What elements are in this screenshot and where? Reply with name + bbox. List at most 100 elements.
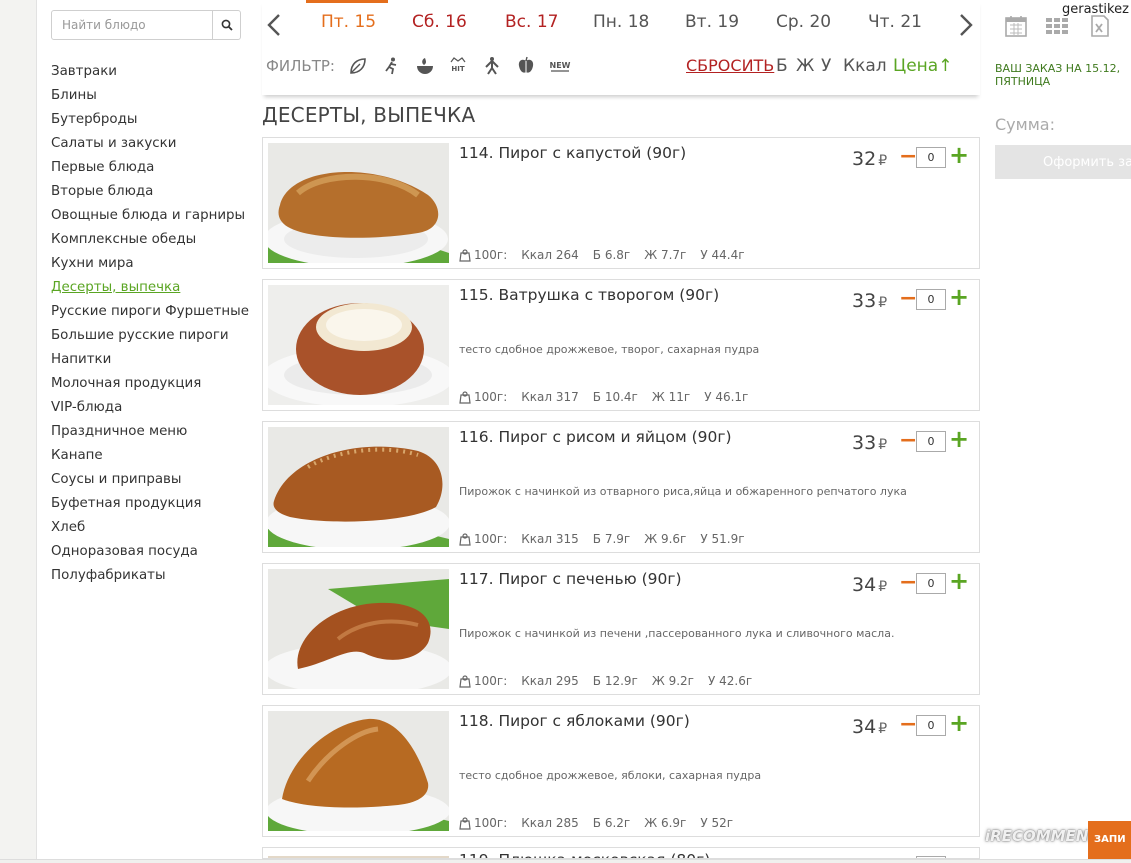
product-photo[interactable] [268,143,449,263]
search-box [51,10,241,40]
product-photo[interactable] [268,285,449,405]
category-item[interactable]: Соусы и приправы [51,468,249,492]
category-item[interactable]: Первые блюда [51,156,249,180]
product-name[interactable]: 115. Ватрушка с творогом (90г) [459,286,719,304]
category-item[interactable]: Полуфабрикаты [51,564,249,588]
category-item[interactable]: Канапе [51,444,249,468]
category-item[interactable]: Русские пироги Фуршетные [51,300,249,324]
quantity-input[interactable] [916,715,946,736]
product-description: тесто сдобное дрожжевое, творог, сахарна… [459,343,760,356]
category-item[interactable]: Буфетная продукция [51,492,249,516]
date-tab[interactable]: Вт. 19 [685,12,739,32]
ruble-sign: ₽ [878,153,888,169]
product-description: Пирожок с начинкой из печени ,пассерован… [459,627,895,640]
scale-icon [459,674,471,688]
category-item-active[interactable]: Десерты, выпечка [51,276,249,300]
increase-qty-button[interactable]: + [949,140,969,170]
category-item[interactable]: Хлеб [51,516,249,540]
product-name[interactable]: 119. Плюшка московская (80г) [459,851,710,858]
runner-icon[interactable] [380,55,402,77]
product-name[interactable]: 116. Пирог с рисом и яйцом (90г) [459,428,732,446]
product-price: 33 ₽ [852,290,887,312]
product-photo[interactable] [268,711,449,831]
increase-qty-button[interactable]: + [949,708,969,738]
product-price: 34 ₽ [852,574,887,596]
category-item[interactable]: Овощные блюда и гарниры [51,204,249,228]
category-item[interactable]: Блины [51,84,249,108]
category-item[interactable]: Одноразовая посуда [51,540,249,564]
quantity-input[interactable] [916,289,946,310]
sort-fat[interactable]: Ж [796,56,814,76]
date-tab[interactable]: Сб. 16 [412,12,467,32]
hit-icon[interactable]: HIT [447,55,469,77]
decrease-qty-button[interactable]: − [899,284,917,314]
scale-icon [459,390,471,404]
figure-icon[interactable] [481,55,503,77]
prev-week-button[interactable] [262,10,286,40]
leaf-icon[interactable] [347,55,369,77]
category-item[interactable]: Комплексные обеды [51,228,249,252]
nutrition-weight: 100г: [474,674,508,688]
username-label[interactable]: gerastikez [1062,2,1129,17]
decrease-qty-button[interactable]: − [899,142,917,172]
filter-label: ФИЛЬТР: [266,57,335,75]
nutrition-info: 100г: Ккал 317 Б 10.4г Ж 11г У 46.1г [459,390,748,404]
sort-kcal[interactable]: Ккал [843,56,887,76]
decrease-qty-button[interactable]: − [899,426,917,456]
category-item[interactable]: Большие русские пироги [51,324,249,348]
nutrition-info: 100г: Ккал 295 Б 12.9г Ж 9.2г У 42.6г [459,674,752,688]
nutrition-weight: 100г: [474,816,508,830]
reset-filters-link[interactable]: СБРОСИТЬ [686,56,774,75]
nutrition-kcal: Ккал 264 [521,248,579,262]
product-card-partial: 119. Плюшка московская (80г) [262,847,980,859]
category-item[interactable]: Напитки [51,348,249,372]
date-tab[interactable]: Чт. 21 [868,12,922,32]
category-item[interactable]: Салаты и закуски [51,132,249,156]
quantity-input[interactable] [916,573,946,594]
category-item[interactable]: Молочная продукция [51,372,249,396]
sort-carbs[interactable]: У [821,56,831,76]
next-week-button[interactable] [954,10,978,40]
category-item[interactable]: Завтраки [51,60,249,84]
product-photo[interactable] [268,427,449,547]
quantity-input[interactable] [916,431,946,452]
date-tab[interactable]: Пт. 15 [321,12,376,32]
increase-qty-button[interactable]: + [949,566,969,596]
product-name[interactable]: 114. Пирог с капустой (90г) [459,144,686,162]
new-icon[interactable]: NEW [549,55,571,77]
category-item[interactable]: Вторые блюда [51,180,249,204]
category-item[interactable]: Бутерброды [51,108,249,132]
bowl-icon[interactable] [414,55,436,77]
nutrition-info: 100г: Ккал 315 Б 7.9г Ж 9.6г У 51.9г [459,532,745,546]
date-tab[interactable]: Вс. 17 [505,12,558,32]
nutrition-carbs: У 52г [700,816,734,830]
quantity-input[interactable] [916,856,946,858]
nutrition-kcal: Ккал 285 [521,816,579,830]
category-item[interactable]: VIP-блюда [51,396,249,420]
decrease-qty-button[interactable]: − [899,710,917,740]
checkout-button[interactable]: Оформить заказ [995,145,1131,179]
orange-action-button[interactable]: ЗАПИ [1088,821,1131,859]
ruble-sign: ₽ [878,295,888,311]
calendar-icon[interactable] [1003,13,1029,39]
order-title: ВАШ ЗАКАЗ НА 15.12, ПЯТНИЦА [995,62,1121,88]
quantity-input[interactable] [916,147,946,168]
date-tab[interactable]: Ср. 20 [776,12,831,32]
category-item[interactable]: Праздничное меню [51,420,249,444]
decrease-qty-button[interactable]: − [899,568,917,598]
sort-price[interactable]: Цена↑ [893,56,952,76]
search-button[interactable] [212,11,240,39]
category-item[interactable]: Кухни мира [51,252,249,276]
apple-icon[interactable] [515,55,537,77]
sort-protein[interactable]: Б [776,56,788,76]
increase-qty-button[interactable]: + [949,282,969,312]
search-input[interactable] [52,11,212,39]
nutrition-info: 100г: Ккал 264 Б 6.8г Ж 7.7г У 44.4г [459,248,745,262]
product-name[interactable]: 117. Пирог с печенью (90г) [459,570,682,588]
increase-qty-button[interactable]: + [949,424,969,454]
product-card: 116. Пирог с рисом и яйцом (90г) Пирожок… [262,421,980,553]
date-tab[interactable]: Пн. 18 [593,12,649,32]
product-name[interactable]: 118. Пирог с яблоками (90г) [459,712,690,730]
product-photo[interactable] [268,569,449,689]
product-photo[interactable] [268,853,449,858]
